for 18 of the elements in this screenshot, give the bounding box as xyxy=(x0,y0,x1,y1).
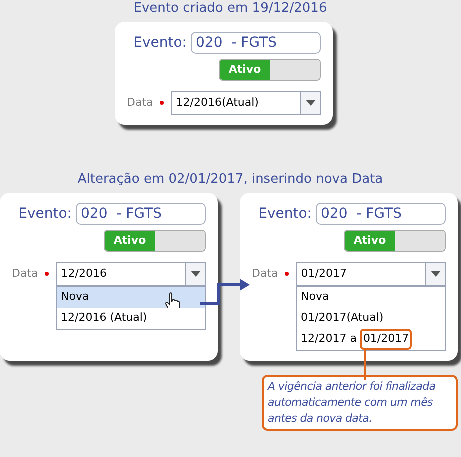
data-select[interactable]: 01/2017 xyxy=(296,262,446,286)
connector-arrow xyxy=(200,276,252,306)
evento-field[interactable]: 020 - FGTS xyxy=(191,32,321,54)
evento-field[interactable]: 020 - FGTS xyxy=(316,203,446,225)
dropdown-option[interactable]: Nova xyxy=(57,287,205,308)
evento-label: Evento: xyxy=(134,34,187,52)
highlight-outline: 01/2017 xyxy=(360,329,412,350)
data-label: Data xyxy=(127,94,154,111)
evento-field[interactable]: 020 - FGTS xyxy=(76,203,206,225)
evento-label: Evento: xyxy=(258,204,312,224)
data-label: Data xyxy=(252,266,278,282)
evento-label: Evento: xyxy=(18,204,72,224)
data-label: Data xyxy=(12,266,38,282)
caption: Evento criado em 19/12/2016 xyxy=(134,0,328,18)
data-select[interactable]: 12/2016(Atual) xyxy=(171,91,321,115)
data-select[interactable]: 12/2016 xyxy=(56,262,206,286)
callout-note: A vigência anterior foi finalizada automaticamente com um mês antes da nova data. xyxy=(268,379,437,427)
caption: Alteração em 02/01/2017, inserindo nova Data xyxy=(78,171,384,189)
